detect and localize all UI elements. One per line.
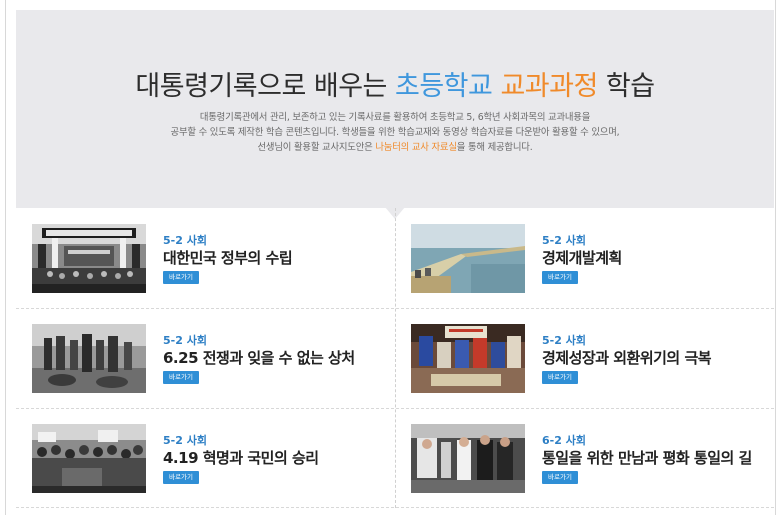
- title-text-1: 대통령기록으로 배우는: [135, 71, 395, 102]
- card-subject: 6-2 사회: [542, 434, 586, 447]
- card-subject: 5-2 사회: [163, 234, 207, 247]
- card-title[interactable]: 4.19 혁명과 국민의 승리: [163, 447, 319, 468]
- page-title: 대통령기록으로 배우는 초등학교 교과과정 학습: [16, 64, 774, 103]
- go-button[interactable]: 바로가기: [163, 471, 199, 484]
- card-subject: 5-2 사회: [163, 334, 207, 347]
- intro-description: 대통령기록관에서 관리, 보존하고 있는 기록사료를 활용하여 초등학교 5, …: [16, 110, 774, 155]
- card-title[interactable]: 통일을 위한 만남과 평화 통일의 길: [542, 447, 752, 468]
- go-button[interactable]: 바로가기: [542, 371, 578, 384]
- go-button[interactable]: 바로가기: [163, 271, 199, 284]
- bridge-construction-photo[interactable]: [411, 224, 525, 293]
- go-button[interactable]: 바로가기: [163, 371, 199, 384]
- korean-war-refugees-photo[interactable]: [32, 324, 146, 393]
- lesson-card[interactable]: 5-2 사회 경제성장과 외환위기의 극복 바로가기: [395, 308, 774, 408]
- lesson-card[interactable]: 6-2 사회 통일을 위한 만남과 평화 통일의 길 바로가기: [395, 408, 774, 508]
- government-ceremony-photo[interactable]: [32, 224, 146, 293]
- right-frame-border: [775, 0, 784, 515]
- title-highlight-curriculum: 교과과정: [500, 71, 598, 102]
- lesson-card[interactable]: 5-2 사회 4.19 혁명과 국민의 승리 바로가기: [16, 408, 395, 508]
- lesson-grid: 5-2 사회 대한민국 정부의 수립 바로가기 5-2 사회 경제개발계획 바로…: [16, 208, 774, 508]
- intro-line-3-text: 선생님이 활용할 교사지도안은: [257, 142, 376, 153]
- card-subject: 5-2 사회: [163, 434, 207, 447]
- title-text-2: 학습: [597, 71, 655, 102]
- intro-line-2: 공부할 수 있도록 제작한 학습 콘텐츠입니다. 학생들을 위한 학습교재와 동…: [170, 127, 620, 138]
- teacher-resource-link[interactable]: 나눔터의 교사 자료실: [375, 142, 457, 153]
- lesson-card[interactable]: 5-2 사회 경제개발계획 바로가기: [395, 208, 774, 308]
- intro-line-3: 선생님이 활용할 교사지도안은 나눔터의 교사 자료실을 통해 제공합니다.: [16, 140, 774, 155]
- go-button[interactable]: 바로가기: [542, 471, 578, 484]
- lesson-card[interactable]: 5-2 사회 대한민국 정부의 수립 바로가기: [16, 208, 395, 308]
- left-frame-border: [0, 0, 6, 515]
- april-revolution-crowd-photo[interactable]: [32, 424, 146, 493]
- intro-banner: 대통령기록으로 배우는 초등학교 교과과정 학습 대통령기록관에서 관리, 보존…: [16, 10, 774, 208]
- card-title[interactable]: 6.25 전쟁과 잊을 수 없는 상처: [163, 347, 355, 368]
- gold-collection-campaign-photo[interactable]: [411, 324, 525, 393]
- intro-line-1: 대통령기록관에서 관리, 보존하고 있는 기록사료를 활용하여 초등학교 5, …: [199, 112, 591, 123]
- card-title[interactable]: 경제성장과 외환위기의 극복: [542, 347, 712, 368]
- lesson-card[interactable]: 5-2 사회 6.25 전쟁과 잊을 수 없는 상처 바로가기: [16, 308, 395, 408]
- go-button[interactable]: 바로가기: [542, 271, 578, 284]
- title-highlight-elementary: 초등학교: [394, 71, 493, 102]
- card-title[interactable]: 대한민국 정부의 수립: [163, 247, 293, 268]
- card-subject: 5-2 사회: [542, 334, 586, 347]
- inter-korean-meeting-photo[interactable]: [411, 424, 525, 493]
- card-title[interactable]: 경제개발계획: [542, 247, 622, 268]
- intro-line-3-end: 을 통해 제공합니다.: [456, 142, 533, 153]
- card-subject: 5-2 사회: [542, 234, 586, 247]
